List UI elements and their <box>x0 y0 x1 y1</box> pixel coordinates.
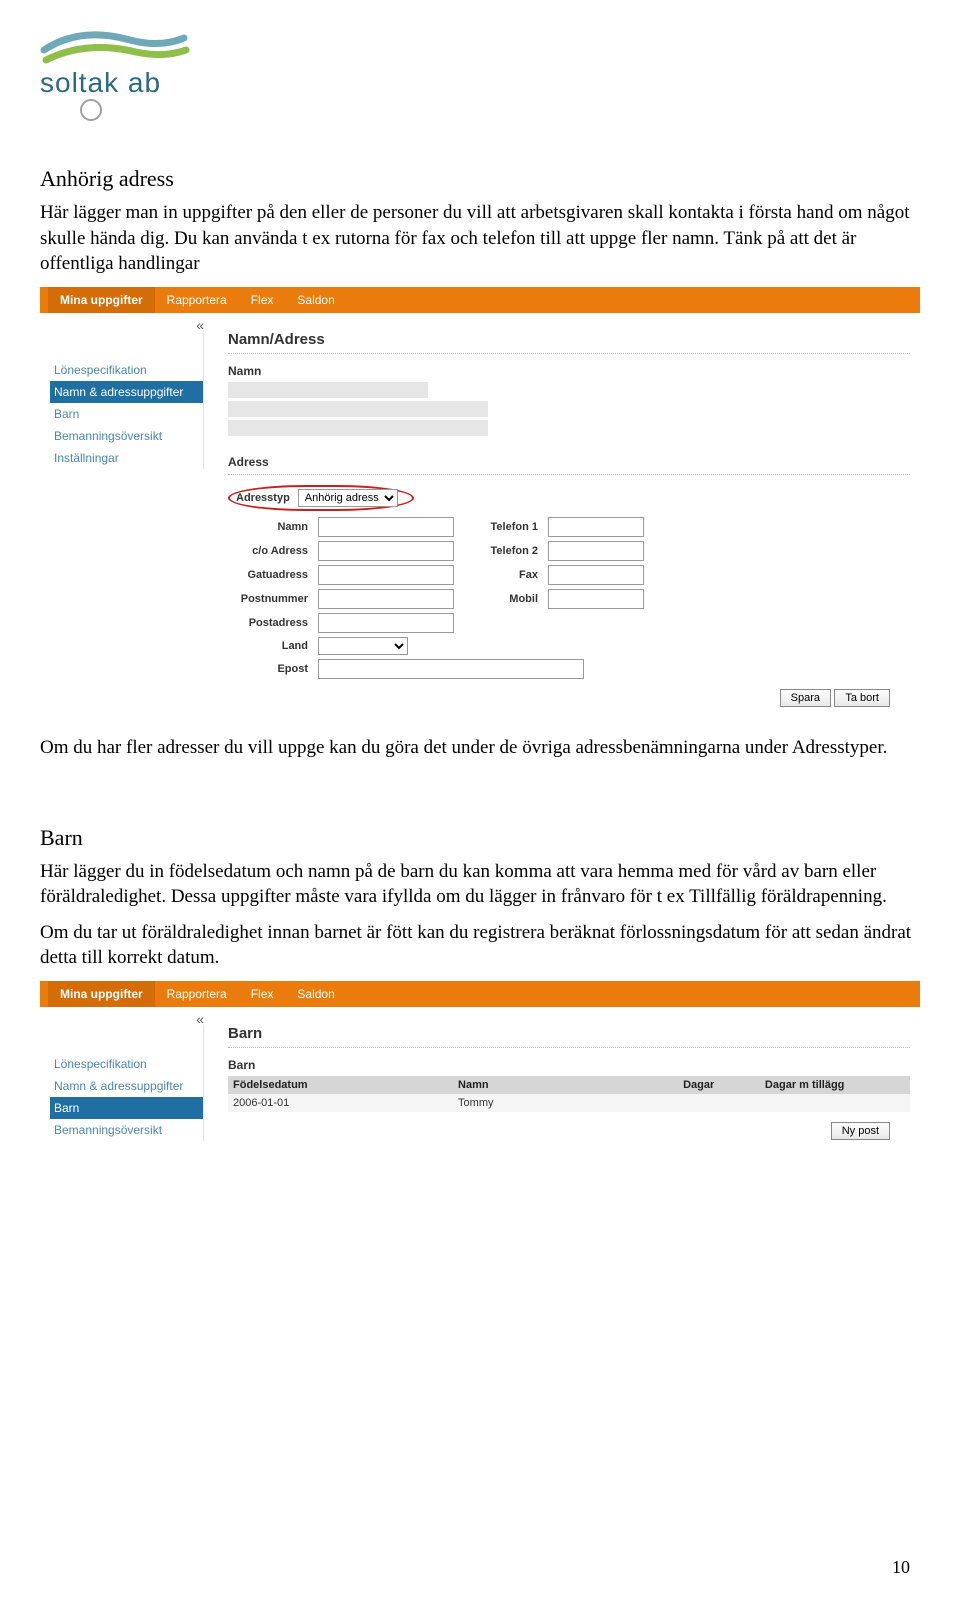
new-post-button[interactable]: Ny post <box>831 1122 890 1140</box>
lbl-land: Land <box>228 640 308 652</box>
lbl-tel1: Telefon 1 <box>468 521 538 533</box>
input-gatu[interactable] <box>318 565 454 585</box>
sidebar-item-installningar[interactable]: Inställningar <box>50 447 203 469</box>
input-epost[interactable] <box>318 659 584 679</box>
logo-swoosh-icon <box>40 20 190 66</box>
adresstyp-label: Adresstyp <box>236 492 290 504</box>
th-namn: Namn <box>453 1076 678 1094</box>
cell-dagar <box>678 1094 760 1112</box>
barn-title: Barn <box>228 1025 910 1042</box>
lbl-namn: Namn <box>228 521 308 533</box>
nav-tab-saldon[interactable]: Saldon <box>285 287 346 313</box>
section2-para2: Om du tar ut föräldraledighet innan barn… <box>40 920 920 971</box>
nav-tab-rapportera[interactable]: Rapportera <box>155 287 239 313</box>
form-section-title: Namn/Adress <box>228 331 910 348</box>
lbl-co: c/o Adress <box>228 545 308 557</box>
input-tel1[interactable] <box>548 517 644 537</box>
th-fodelse: Födelsedatum <box>228 1076 453 1094</box>
th-dagar: Dagar <box>678 1076 760 1094</box>
table-row[interactable]: 2006-01-01 Tommy <box>228 1094 910 1112</box>
cell-date: 2006-01-01 <box>228 1094 453 1112</box>
nav-tab-flex[interactable]: Flex <box>239 287 286 313</box>
sidebar2-barn[interactable]: Barn <box>50 1097 203 1119</box>
name-row1 <box>228 382 428 398</box>
section1-title: Anhörig adress <box>40 166 920 192</box>
input-postadr[interactable] <box>318 613 454 633</box>
lbl-fax: Fax <box>468 569 538 581</box>
input-fax[interactable] <box>548 565 644 585</box>
adresstyp-highlight: Adresstyp Anhörig adress <box>228 485 414 511</box>
sidebar-item-namn[interactable]: Namn & adressuppgifter <box>50 381 203 403</box>
mid-para: Om du har fler adresser du vill uppge ka… <box>40 735 920 761</box>
barn-sub: Barn <box>228 1058 910 1072</box>
nav-bar: Mina uppgifter Rapportera Flex Saldon <box>40 287 920 313</box>
cell-dagar-t <box>760 1094 910 1112</box>
cell-name: Tommy <box>453 1094 678 1112</box>
select-land[interactable] <box>318 637 408 655</box>
screenshot-barn: Mina uppgifter Rapportera Flex Saldon « … <box>40 981 920 1151</box>
page-number: 10 <box>892 1557 910 1578</box>
section1-para: Här lägger man in uppgifter på den eller… <box>40 200 920 277</box>
nav2-tab-flex[interactable]: Flex <box>239 981 286 1007</box>
section2-title: Barn <box>40 825 920 851</box>
lbl-postnr: Postnummer <box>228 593 308 605</box>
lbl-postadr: Postadress <box>228 617 308 629</box>
input-co[interactable] <box>318 541 454 561</box>
name-row3 <box>228 420 488 436</box>
nav-bar-2: Mina uppgifter Rapportera Flex Saldon <box>40 981 920 1007</box>
nav2-tab-rapportera[interactable]: Rapportera <box>155 981 239 1007</box>
sidebar-item-bemanning[interactable]: Bemanningsöversikt <box>50 425 203 447</box>
input-mobil[interactable] <box>548 589 644 609</box>
input-postnr[interactable] <box>318 589 454 609</box>
sub-namn: Namn <box>228 364 910 378</box>
lbl-mobil: Mobil <box>468 593 538 605</box>
name-row2 <box>228 401 488 417</box>
sub-adress: Adress <box>228 455 910 469</box>
logo: soltak ab <box>40 20 920 126</box>
lbl-gatu: Gatuadress <box>228 569 308 581</box>
th-dagar-tillagg: Dagar m tillägg <box>760 1076 910 1094</box>
sidebar2-namn[interactable]: Namn & adressuppgifter <box>50 1075 203 1097</box>
lbl-tel2: Telefon 2 <box>468 545 538 557</box>
sidebar-item-barn[interactable]: Barn <box>50 403 203 425</box>
section2-para1: Här lägger du in födelsedatum och namn p… <box>40 859 920 910</box>
delete-button[interactable]: Ta bort <box>834 689 890 707</box>
nav-tab-mina[interactable]: Mina uppgifter <box>48 287 155 313</box>
adresstyp-select[interactable]: Anhörig adress <box>298 489 398 507</box>
logo-dot-icon <box>80 99 102 121</box>
screenshot-anhorig: Mina uppgifter Rapportera Flex Saldon « … <box>40 287 920 717</box>
save-button[interactable]: Spara <box>780 689 831 707</box>
sidebar2-bemanning[interactable]: Bemanningsöversikt <box>50 1119 203 1141</box>
lbl-epost: Epost <box>228 663 308 675</box>
input-namn[interactable] <box>318 517 454 537</box>
nav2-tab-saldon[interactable]: Saldon <box>285 981 346 1007</box>
nav2-tab-mina[interactable]: Mina uppgifter <box>48 981 155 1007</box>
input-tel2[interactable] <box>548 541 644 561</box>
barn-table: Födelsedatum Namn Dagar Dagar m tillägg … <box>228 1076 910 1112</box>
collapse-icon[interactable]: « <box>196 317 204 333</box>
logo-text: soltak ab <box>40 67 920 99</box>
collapse-icon-2[interactable]: « <box>196 1011 204 1027</box>
sidebar-item-lonespec[interactable]: Lönespecifikation <box>50 359 203 381</box>
sidebar2-lonespec[interactable]: Lönespecifikation <box>50 1053 203 1075</box>
